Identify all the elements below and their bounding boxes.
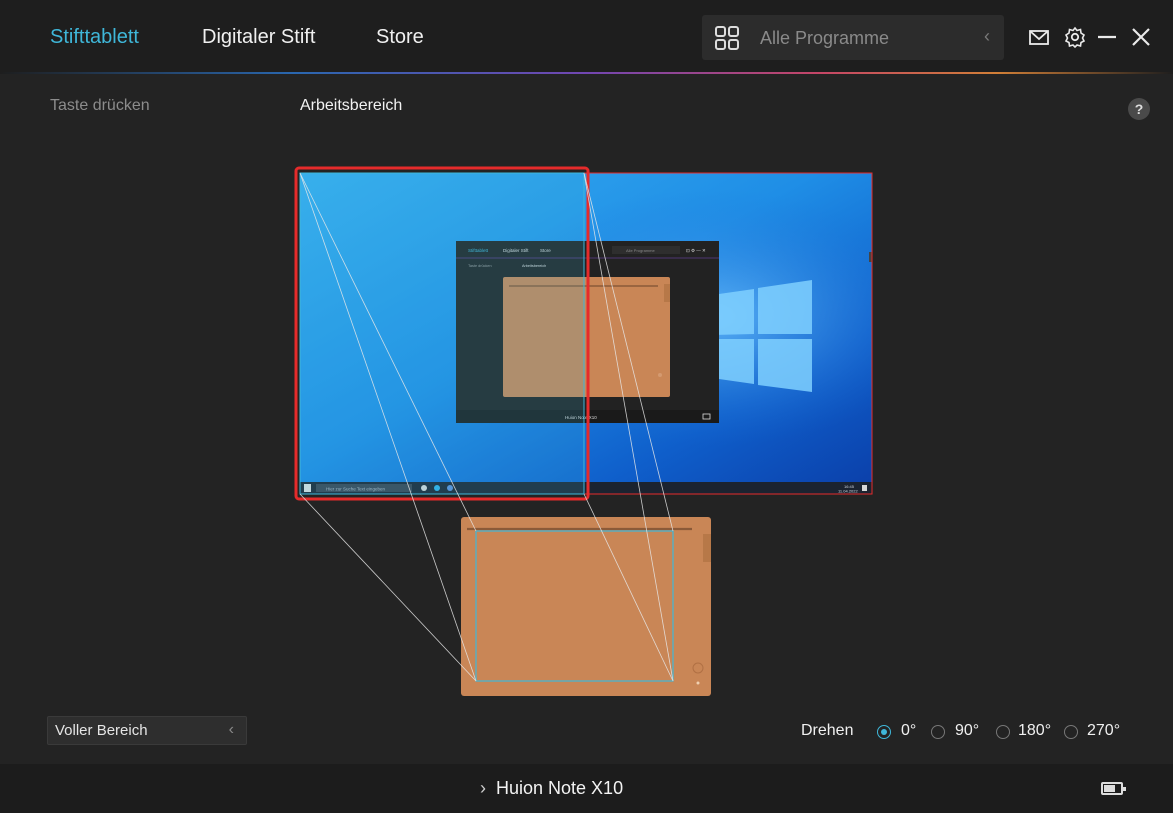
svg-text:Store: Store: [540, 248, 551, 253]
minimize-icon[interactable]: [1096, 26, 1118, 48]
chevron-left-icon[interactable]: ‹: [984, 26, 990, 47]
rotate-90-label: 90°: [955, 722, 980, 739]
chevron-right-icon: ›: [480, 778, 486, 798]
tab-digitaler-stift[interactable]: Digitaler Stift: [202, 26, 315, 49]
tray-date: 11.04.2022: [838, 489, 858, 494]
rotate-270-radio[interactable]: [1064, 725, 1078, 739]
area-range-select[interactable]: Voller Bereich ‹: [47, 716, 247, 745]
device-selector[interactable]: › Huion Note X10: [480, 778, 623, 799]
rotate-270-label: 270°: [1087, 722, 1121, 739]
tab-stifttablett[interactable]: Stifttablett: [50, 26, 139, 49]
area-range-value: Voller Bereich: [55, 722, 148, 739]
rotate-0-radio[interactable]: [877, 725, 891, 739]
mail-icon[interactable]: [1028, 26, 1050, 48]
rotate-0-label: 0°: [901, 722, 917, 739]
subtab-taste-druecken[interactable]: Taste drücken: [50, 97, 150, 115]
svg-text:⊡ ⚙ — ✕: ⊡ ⚙ — ✕: [686, 248, 706, 253]
windows-logo: [712, 280, 812, 392]
tray-time: 16:45: [844, 484, 855, 489]
chevron-left-icon: ‹: [228, 721, 234, 738]
monitor-preview: Hier zur Suche Text eingeben 16:45 11.04…: [299, 172, 873, 495]
svg-text:Arbeitsbereich: Arbeitsbereich: [522, 264, 546, 268]
active-area-selection[interactable]: [294, 166, 590, 501]
battery-icon: [1101, 782, 1126, 795]
gear-icon[interactable]: [1064, 26, 1086, 48]
subtab-arbeitsbereich[interactable]: Arbeitsbereich: [300, 97, 402, 115]
programs-label: Alle Programme: [760, 28, 890, 48]
top-nav-bar: Stifttablett Digitaler Stift Store Alle …: [0, 0, 1173, 74]
taskbar-search-text: Hier zur Suche Text eingeben: [326, 487, 385, 492]
nav-divider: [0, 72, 1173, 74]
programs-selector[interactable]: Alle Programme ‹: [702, 15, 1004, 60]
mapping-lines: [299, 172, 674, 682]
svg-text:Taste drücken: Taste drücken: [468, 264, 492, 268]
rotate-label: Drehen: [801, 722, 854, 739]
rotate-180-radio[interactable]: [996, 725, 1010, 739]
device-footer: › Huion Note X10: [0, 764, 1173, 813]
tablet-preview: [461, 517, 711, 696]
grid-icon: [715, 26, 739, 50]
close-icon[interactable]: [1130, 26, 1152, 48]
rotate-180-label: 180°: [1018, 722, 1052, 739]
mini-app-window: Stifttablett Digitaler Stift Store Alle …: [456, 241, 719, 423]
svg-text:Digitaler Stift: Digitaler Stift: [503, 248, 529, 253]
svg-text:Alle Programme: Alle Programme: [626, 248, 655, 253]
svg-text:Stifttablett: Stifttablett: [468, 248, 489, 253]
rotate-90-radio[interactable]: [931, 725, 945, 739]
device-name: Huion Note X10: [496, 778, 624, 798]
svg-text:Huion Note X10: Huion Note X10: [565, 415, 597, 420]
help-button[interactable]: ?: [1128, 98, 1150, 120]
tab-store[interactable]: Store: [376, 26, 424, 49]
work-area-preview: Hier zur Suche Text eingeben 16:45 11.04…: [0, 0, 1173, 813]
